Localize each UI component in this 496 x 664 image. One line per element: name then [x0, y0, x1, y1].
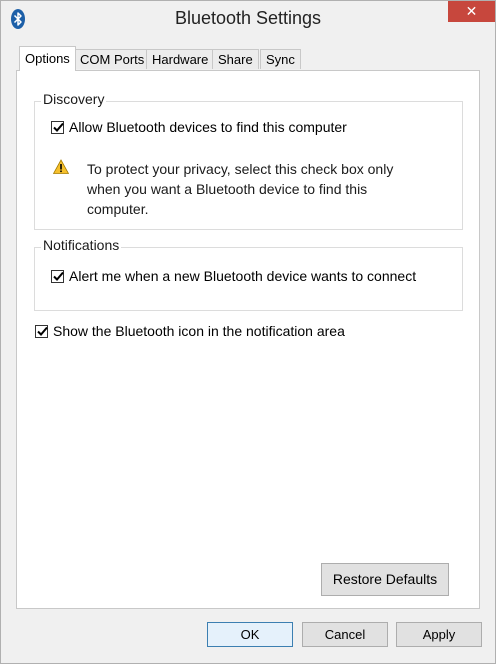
ok-button[interactable]: OK: [207, 622, 293, 647]
close-button[interactable]: ✕: [448, 1, 495, 22]
show-icon-row[interactable]: Show the Bluetooth icon in the notificat…: [35, 323, 345, 339]
alert-label: Alert me when a new Bluetooth device wan…: [69, 268, 417, 284]
tab-sync[interactable]: Sync: [260, 49, 301, 69]
discovery-group: Discovery Allow Bluetooth devices to fin…: [34, 91, 463, 230]
tab-options[interactable]: Options: [19, 46, 76, 71]
discovery-group-label: Discovery: [41, 91, 107, 107]
window-title: Bluetooth Settings: [174, 8, 322, 28]
privacy-warning-text: To protect your privacy, select this che…: [87, 159, 393, 219]
tab-com-ports[interactable]: COM Ports: [74, 49, 151, 69]
show-icon-label: Show the Bluetooth icon in the notificat…: [53, 323, 345, 339]
allow-discovery-row[interactable]: Allow Bluetooth devices to find this com…: [51, 119, 347, 135]
allow-discovery-label: Allow Bluetooth devices to find this com…: [69, 119, 347, 135]
notifications-group-label: Notifications: [41, 237, 122, 253]
privacy-warning-line-2: when you want a Bluetooth device to find…: [87, 181, 368, 197]
bluetooth-settings-window: Bluetooth Settings ✕ Options COM Ports H…: [0, 0, 496, 664]
alert-checkbox[interactable]: [51, 269, 64, 283]
restore-defaults-button[interactable]: Restore Defaults: [321, 563, 449, 596]
options-tab-panel: Discovery Allow Bluetooth devices to fin…: [16, 70, 480, 609]
warning-icon: [52, 159, 70, 175]
show-icon-checkbox[interactable]: [35, 324, 48, 338]
alert-row[interactable]: Alert me when a new Bluetooth device wan…: [51, 268, 416, 284]
title-bar: Bluetooth Settings ✕: [1, 1, 495, 35]
apply-button[interactable]: Apply: [396, 622, 482, 647]
notifications-group: Notifications Alert me when a new Blueto…: [34, 237, 463, 311]
tab-share[interactable]: Share: [212, 49, 259, 69]
close-icon: ✕: [465, 3, 478, 19]
privacy-warning-line-1: To protect your privacy, select this che…: [87, 161, 394, 177]
allow-discovery-checkbox[interactable]: [51, 120, 64, 134]
cancel-button[interactable]: Cancel: [302, 622, 388, 647]
privacy-warning-line-3: computer.: [87, 201, 149, 217]
tab-hardware[interactable]: Hardware: [146, 49, 215, 69]
